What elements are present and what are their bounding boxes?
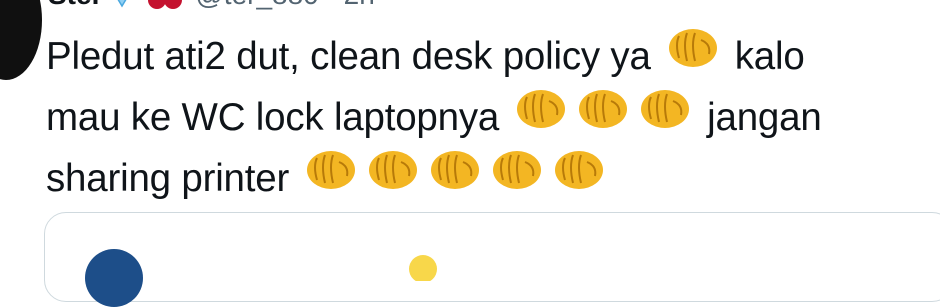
oncoming-fist-icon <box>427 146 483 212</box>
tweet-line: Pledut ati2 dut, clean desk policy ya ka… <box>46 26 926 87</box>
oncoming-fist-icon <box>637 85 693 151</box>
tweet-text: Pledut ati2 dut, clean desk policy ya ka… <box>46 26 926 209</box>
oncoming-fist-icon <box>303 146 359 212</box>
quote-avatar[interactable] <box>85 249 143 307</box>
diamond-icon <box>109 0 135 8</box>
oncoming-fist-icon <box>489 146 545 212</box>
tweet-line: mau ke WC lock laptopnya jangan <box>46 87 926 148</box>
tweet-text-segment: kalo <box>734 35 805 78</box>
tweet-text-segment: sharing printer <box>46 157 290 200</box>
tweet-text-segment: Pledut ati2 dut, clean desk policy ya <box>46 35 651 78</box>
oncoming-fist-icon <box>513 85 569 151</box>
avatar[interactable] <box>0 0 42 80</box>
tweet-text-segment: jangan <box>707 96 822 139</box>
emoji-icon <box>405 251 441 286</box>
handle[interactable]: @ter_880 · 2h <box>195 0 374 11</box>
tweet-line: sharing printer <box>46 148 926 209</box>
oncoming-fist-icon <box>575 85 631 151</box>
quote-card[interactable] <box>44 212 940 307</box>
display-name[interactable]: Ste. <box>48 0 99 11</box>
tweet-text-segment: mau ke WC lock laptopnya <box>46 96 500 139</box>
tweet-header: Ste. @ter_880 · 2h <box>48 0 375 12</box>
oncoming-fist-icon <box>365 146 421 212</box>
cherries-icon <box>145 0 185 10</box>
oncoming-fist-icon <box>551 146 607 212</box>
oncoming-fist-icon <box>665 24 721 90</box>
